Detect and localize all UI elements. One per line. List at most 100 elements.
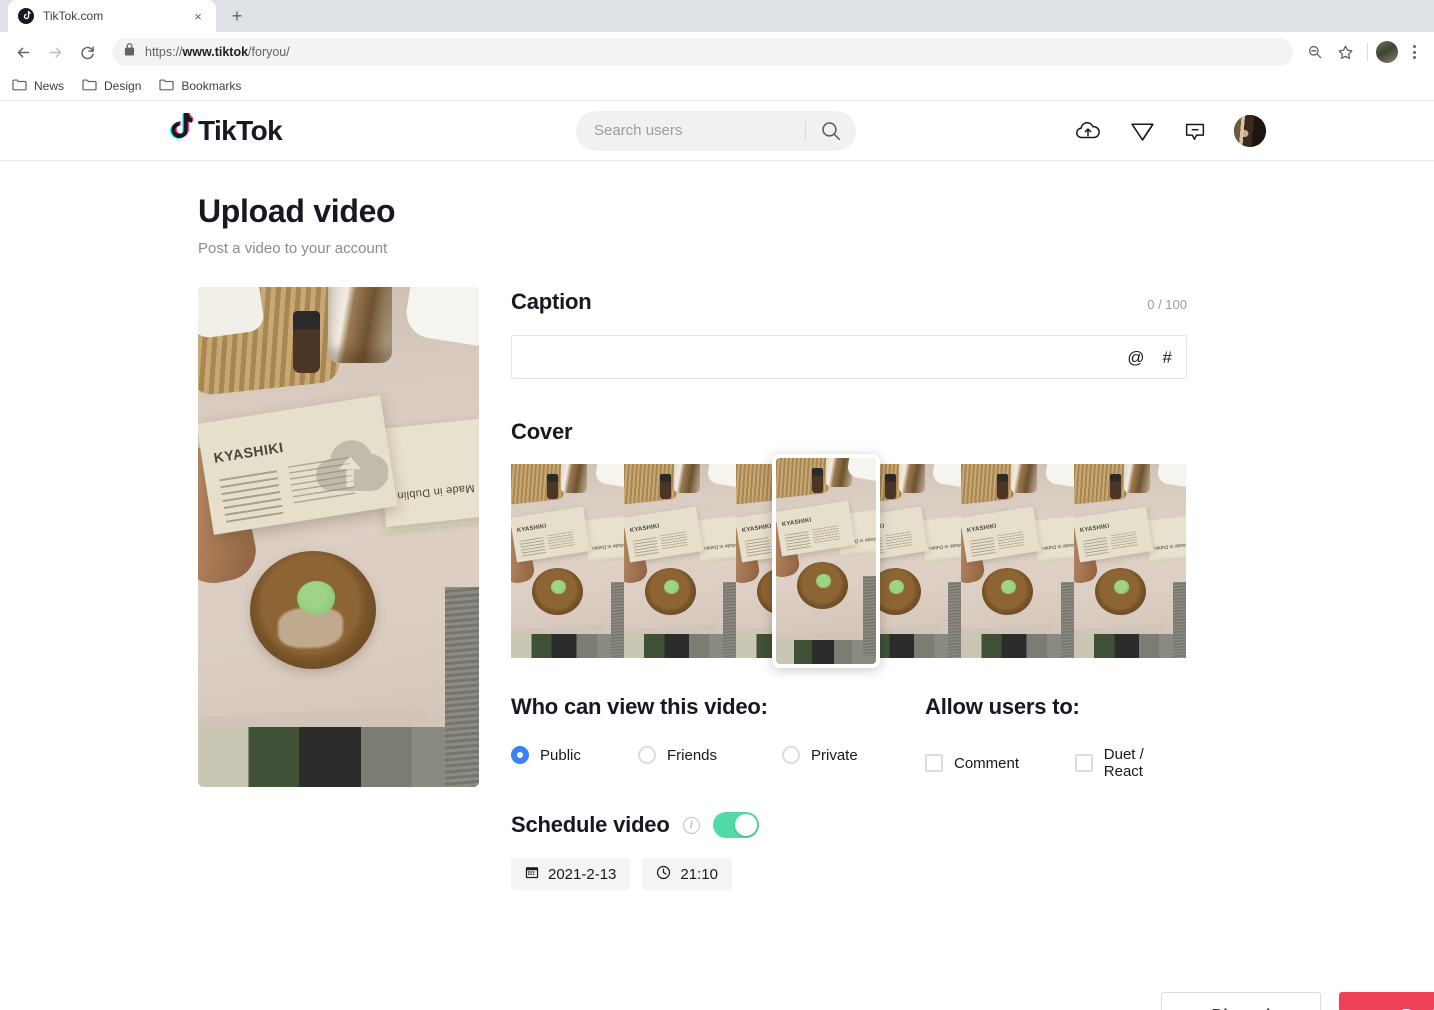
clock-icon (656, 865, 671, 884)
upload-page: Upload video Post a video to your accoun… (0, 161, 1434, 1010)
message-icon[interactable] (1182, 118, 1208, 144)
site-header: TikTok (0, 101, 1434, 161)
browser-chrome: TikTok.com × + https://www.tiktok/foryou… (0, 0, 1434, 101)
checkbox-label: Comment (954, 755, 1019, 772)
schedule-title: Schedule video (511, 812, 670, 838)
bookmarks-bar: News Design Bookmarks (0, 72, 1434, 101)
cover-title: Cover (511, 419, 1187, 445)
discard-button[interactable]: Discard (1161, 992, 1321, 1010)
checkbox-indicator[interactable] (925, 754, 943, 772)
preview-scene: Made in Dublin KYASHIKI (198, 287, 479, 787)
tiktok-note-icon (166, 113, 193, 148)
page-subtitle: Post a video to your account (198, 240, 1434, 257)
radio-public[interactable]: Public (511, 746, 638, 764)
calendar-icon (525, 865, 539, 883)
cover-frame-6[interactable]: Made in DublinKYASHIKI (1074, 464, 1187, 658)
card-brand-text: KYASHIKI (213, 439, 285, 466)
toolbar-right-actions (1301, 38, 1426, 66)
caption-title: Caption (511, 289, 591, 315)
schedule-date-picker[interactable]: 2021-2-13 (511, 858, 630, 890)
schedule-row: Schedule video i (511, 812, 1187, 838)
schedule-toggle[interactable] (713, 812, 759, 838)
header-actions (1073, 115, 1266, 147)
tab-strip: TikTok.com × + (0, 0, 1434, 32)
card-stack-text: Made in Dublin (397, 482, 475, 502)
star-icon[interactable] (1331, 38, 1359, 66)
checkbox-label: Duet / React (1104, 746, 1187, 780)
privacy-options: Public Friends Private (511, 746, 925, 764)
folder-icon (82, 78, 97, 94)
radio-label: Friends (667, 747, 717, 764)
search-input[interactable] (594, 122, 805, 139)
mention-icon[interactable]: @ (1127, 349, 1144, 366)
checkbox-comment[interactable]: Comment (925, 746, 1075, 780)
folder-icon (12, 78, 27, 94)
toolbar-divider (1367, 43, 1368, 61)
search-bar[interactable] (576, 111, 856, 151)
caption-header: Caption 0 / 100 (511, 289, 1187, 315)
search-icon[interactable] (806, 111, 856, 151)
upload-form: Caption 0 / 100 @ # Cover Made in Dublin… (511, 287, 1187, 1010)
folder-icon (159, 78, 174, 94)
form-actions: Discard Post (511, 992, 1434, 1010)
checkbox-indicator[interactable] (1075, 754, 1093, 772)
cover-frame-selected[interactable]: Made in DublinKYASHIKI (772, 454, 880, 668)
radio-private[interactable]: Private (782, 746, 858, 764)
options-row: Who can view this video: Public Friends (511, 694, 1187, 780)
allow-title: Allow users to: (925, 694, 1187, 720)
radio-indicator[interactable] (511, 746, 529, 764)
browser-profile-avatar[interactable] (1376, 41, 1398, 63)
new-tab-button[interactable]: + (223, 2, 251, 30)
url-text: https://www.tiktok/foryou/ (145, 45, 290, 59)
privacy-title: Who can view this video: (511, 694, 925, 720)
bookmark-design[interactable]: Design (82, 78, 141, 94)
page-title: Upload video (198, 193, 1434, 230)
bookmark-label: News (34, 79, 64, 93)
radio-indicator[interactable] (638, 746, 656, 764)
caption-field[interactable]: @ # (511, 335, 1187, 379)
browser-toolbar: https://www.tiktok/foryou/ (0, 32, 1434, 72)
upload-content: Made in Dublin KYASHIKI (198, 287, 1434, 1010)
video-preview[interactable]: Made in Dublin KYASHIKI (198, 287, 479, 787)
caption-tools: @ # (1127, 349, 1172, 366)
lock-icon (124, 43, 135, 61)
info-icon[interactable]: i (683, 817, 700, 834)
cover-frame-1[interactable]: Made in DublinKYASHIKI (511, 464, 624, 658)
cover-frame-strip: Made in DublinKYASHIKI Made in DublinKYA… (511, 464, 1186, 658)
checkbox-duet-react[interactable]: Duet / React (1075, 746, 1187, 780)
bookmark-label: Bookmarks (181, 79, 241, 93)
tiktok-logo[interactable]: TikTok (166, 113, 282, 148)
upload-icon[interactable] (1073, 116, 1103, 146)
back-arrow-icon[interactable] (8, 37, 38, 67)
schedule-time-value: 21:10 (680, 866, 718, 883)
address-bar[interactable]: https://www.tiktok/foryou/ (112, 38, 1293, 66)
tab-title: TikTok.com (43, 9, 181, 23)
cover-frame-2[interactable]: Made in DublinKYASHIKI (624, 464, 737, 658)
post-button[interactable]: Post (1339, 992, 1434, 1010)
close-icon[interactable]: × (190, 8, 206, 24)
radio-indicator[interactable] (782, 746, 800, 764)
radio-label: Private (811, 747, 858, 764)
allow-group: Allow users to: Comment Duet / React (925, 694, 1187, 780)
avatar[interactable] (1234, 115, 1266, 147)
caption-input[interactable] (524, 336, 1127, 378)
cloud-upload-icon (312, 435, 388, 499)
schedule-date-value: 2021-2-13 (548, 866, 616, 883)
send-icon[interactable] (1129, 117, 1156, 144)
allow-options: Comment Duet / React (925, 746, 1187, 780)
schedule-time-picker[interactable]: 21:10 (642, 858, 732, 890)
reload-icon[interactable] (72, 37, 102, 67)
cover-frame-5[interactable]: Made in DublinKYASHIKI (961, 464, 1074, 658)
zoom-out-icon[interactable] (1301, 38, 1329, 66)
schedule-fields: 2021-2-13 21:10 (511, 858, 1187, 890)
hashtag-icon[interactable]: # (1163, 349, 1172, 366)
tiktok-note-icon (18, 8, 34, 24)
bookmark-bookmarks[interactable]: Bookmarks (159, 78, 241, 94)
privacy-group: Who can view this video: Public Friends (511, 694, 925, 780)
radio-friends[interactable]: Friends (638, 746, 782, 764)
bookmark-label: Design (104, 79, 141, 93)
browser-tab[interactable]: TikTok.com × (8, 0, 216, 32)
bookmark-news[interactable]: News (12, 78, 64, 94)
forward-arrow-icon (40, 37, 70, 67)
kebab-menu-icon[interactable] (1402, 45, 1426, 59)
